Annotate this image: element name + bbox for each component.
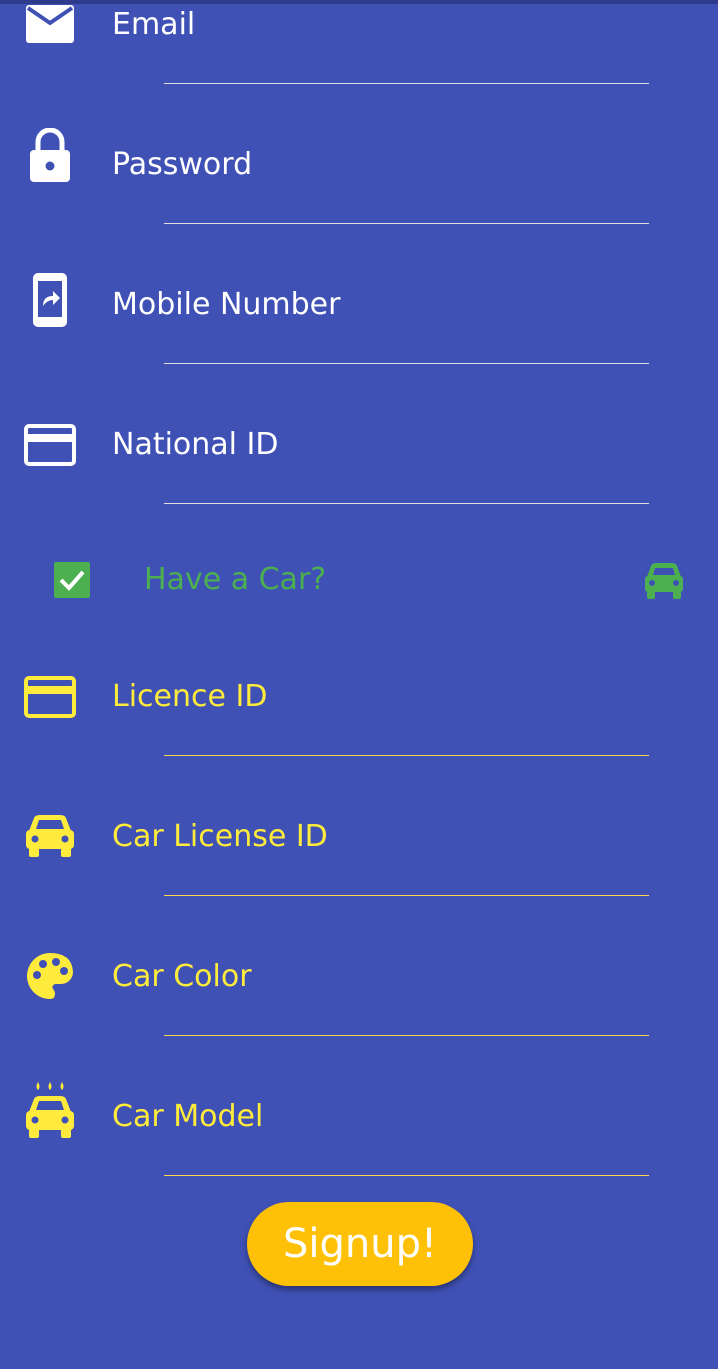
mobile-label: Mobile Number: [112, 287, 341, 322]
car-icon: [24, 810, 76, 862]
car-license-id-label: Car License ID: [112, 819, 328, 854]
licence-id-label: Licence ID: [112, 679, 268, 714]
email-icon: [24, 0, 76, 50]
car-model-underline: [164, 1175, 649, 1176]
car-license-id-field[interactable]: Car License ID: [112, 802, 652, 872]
card-icon: [24, 671, 76, 723]
national-id-label: National ID: [112, 427, 279, 462]
mobile-field[interactable]: Mobile Number: [112, 270, 652, 340]
signup-button[interactable]: Signup!: [247, 1202, 473, 1286]
car-wash-icon: [24, 1082, 76, 1138]
password-field[interactable]: Password: [112, 130, 652, 200]
lock-icon: [24, 128, 76, 182]
mobile-row: Mobile Number: [0, 270, 718, 370]
car-model-field[interactable]: Car Model: [112, 1082, 652, 1152]
email-row: Email: [0, 0, 718, 90]
licence-id-row: Licence ID: [0, 662, 718, 762]
licence-id-underline: [164, 755, 649, 756]
palette-icon: [24, 950, 76, 1002]
car-model-row: Car Model: [0, 1082, 718, 1182]
password-label: Password: [112, 147, 253, 182]
have-car-row: Have a Car?: [0, 548, 718, 614]
car-color-field[interactable]: Car Color: [112, 942, 652, 1012]
signup-button-label: Signup!: [282, 1221, 438, 1267]
car-color-underline: [164, 1035, 649, 1036]
car-model-label: Car Model: [112, 1099, 264, 1134]
national-id-row: National ID: [0, 410, 718, 510]
car-icon: [644, 562, 684, 600]
password-row: Password: [0, 128, 718, 230]
email-underline: [164, 83, 649, 84]
card-icon: [24, 419, 76, 471]
car-license-id-row: Car License ID: [0, 802, 718, 902]
have-car-checkbox[interactable]: [54, 562, 90, 598]
checkmark-icon: [59, 570, 85, 591]
car-color-label: Car Color: [112, 959, 252, 994]
email-label: Email: [112, 7, 196, 42]
mobile-underline: [164, 363, 649, 364]
national-id-field[interactable]: National ID: [112, 410, 652, 480]
licence-id-field[interactable]: Licence ID: [112, 662, 652, 732]
password-underline: [164, 223, 649, 224]
car-color-row: Car Color: [0, 942, 718, 1042]
have-car-label[interactable]: Have a Car?: [144, 560, 326, 600]
car-license-id-underline: [164, 895, 649, 896]
national-id-underline: [164, 503, 649, 504]
phone-forward-icon: [24, 273, 76, 327]
email-field[interactable]: Email: [112, 0, 652, 60]
